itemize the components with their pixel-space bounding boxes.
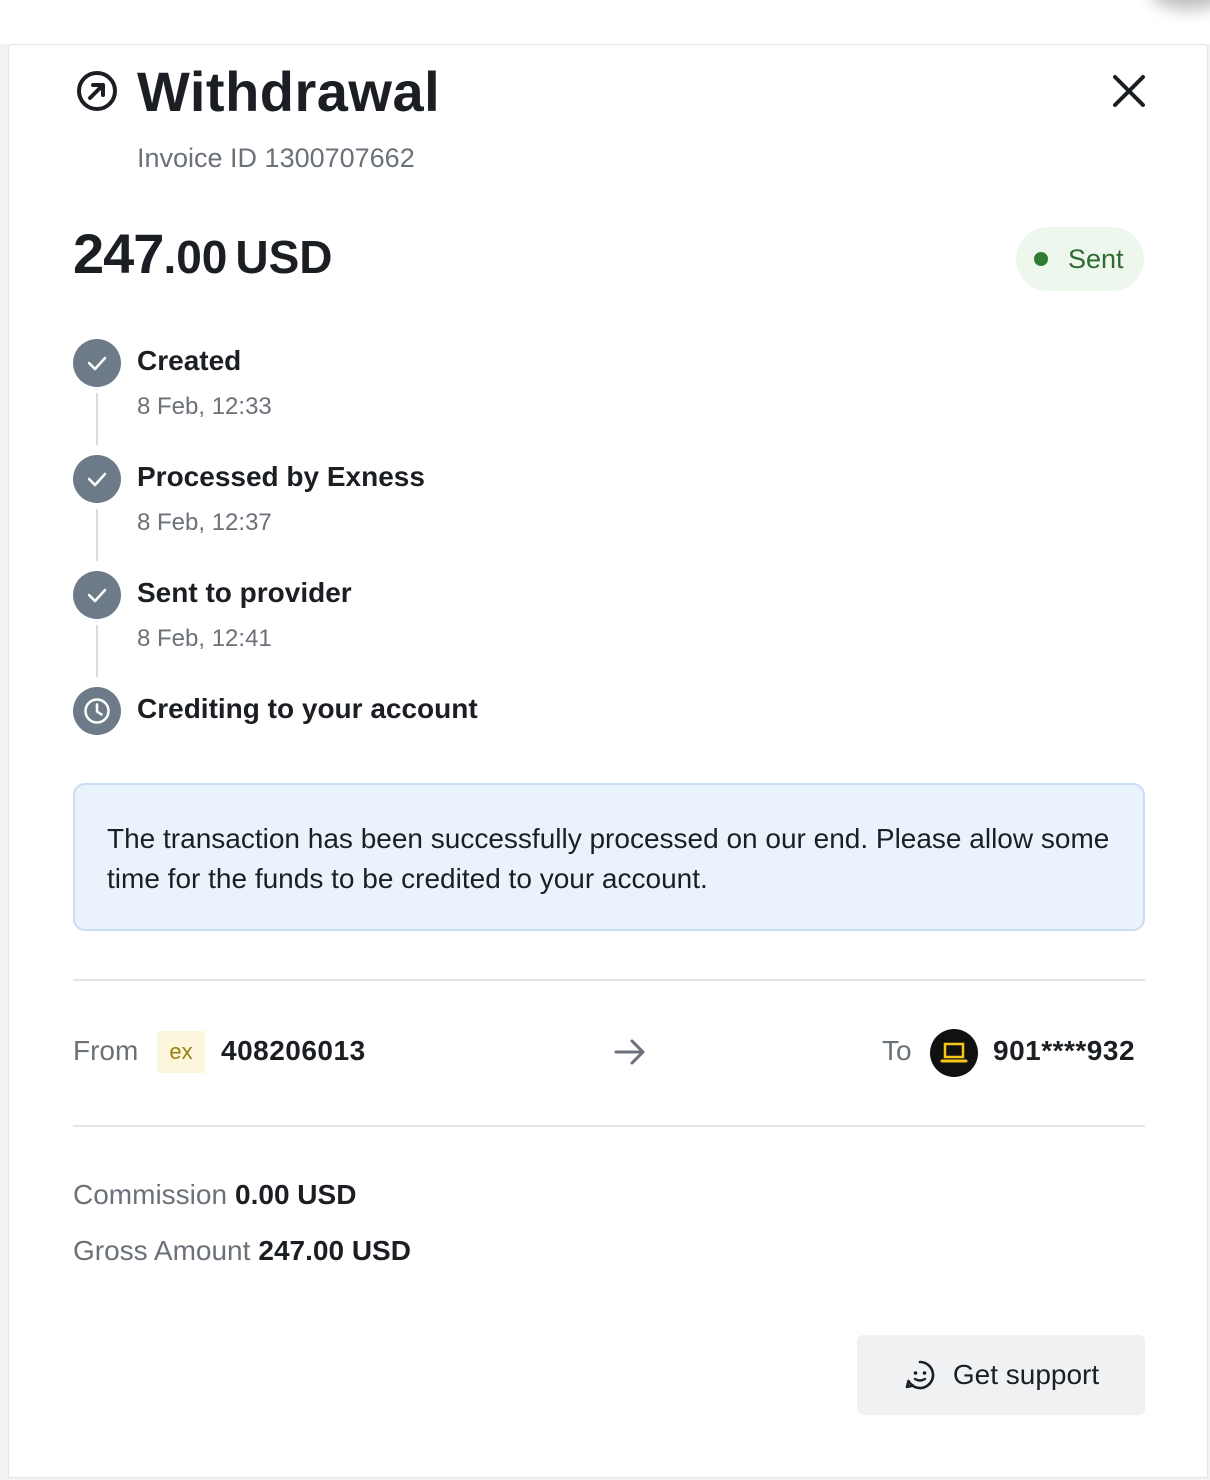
step-label: Created [137, 345, 242, 376]
status-dot [1034, 252, 1048, 266]
clock-icon [73, 687, 121, 735]
to-account: 901****932 [993, 1035, 1136, 1066]
gross-amount-label: Gross Amount [73, 1235, 251, 1266]
withdrawal-amount: 247.00 USD [73, 221, 333, 286]
page-title: Withdrawal [137, 60, 441, 123]
step-time: 8 Feb, 12:33 [137, 393, 272, 420]
timeline-connector [96, 625, 98, 677]
commission-value: 0.00 USD [235, 1179, 357, 1210]
support-chat-icon [905, 1360, 935, 1390]
amount-decimals: .00 [163, 231, 228, 283]
divider [73, 1125, 1145, 1127]
commission-row: Commission 0.00 USD [73, 1179, 356, 1211]
timeline-connector [96, 509, 98, 561]
check-icon [73, 339, 121, 387]
divider [73, 979, 1145, 981]
info-message: The transaction has been successfully pr… [73, 783, 1145, 931]
exness-logo: ex [157, 1031, 205, 1073]
status-badge: Sent [1016, 227, 1144, 291]
step-label: Sent to provider [137, 577, 352, 608]
step-label: Processed by Exness [137, 461, 425, 492]
to-label: To [882, 1035, 912, 1066]
get-support-button[interactable]: Get support [857, 1335, 1145, 1415]
page-backdrop [0, 0, 1210, 44]
step-time: 8 Feb, 12:41 [137, 625, 272, 652]
timeline-connector [96, 393, 98, 445]
laptop-icon [930, 1029, 978, 1077]
gross-amount-value: 247.00 USD [258, 1235, 411, 1266]
close-button[interactable] [1107, 69, 1151, 113]
amount-integer: 247 [73, 222, 164, 285]
close-icon [1113, 75, 1145, 107]
step-label: Crediting to your account [137, 693, 478, 724]
from-account: 408206013 [221, 1035, 366, 1066]
from-label: From [73, 1035, 139, 1066]
step-time: 8 Feb, 12:37 [137, 509, 272, 536]
withdrawal-modal: Withdrawal Invoice ID 1300707662 247.00 U… [8, 44, 1208, 1478]
commission-label: Commission [73, 1179, 228, 1210]
arrow-right-icon [613, 1037, 647, 1067]
invoice-id: Invoice ID 1300707662 [137, 143, 415, 173]
withdrawal-arrow-icon [75, 69, 119, 113]
check-icon [73, 571, 121, 619]
get-support-label: Get support [952, 1359, 1100, 1390]
amount-currency: USD [235, 231, 333, 283]
gross-amount-row: Gross Amount 247.00 USD [73, 1235, 411, 1267]
check-icon [73, 455, 121, 503]
status-label: Sent [1068, 243, 1124, 274]
